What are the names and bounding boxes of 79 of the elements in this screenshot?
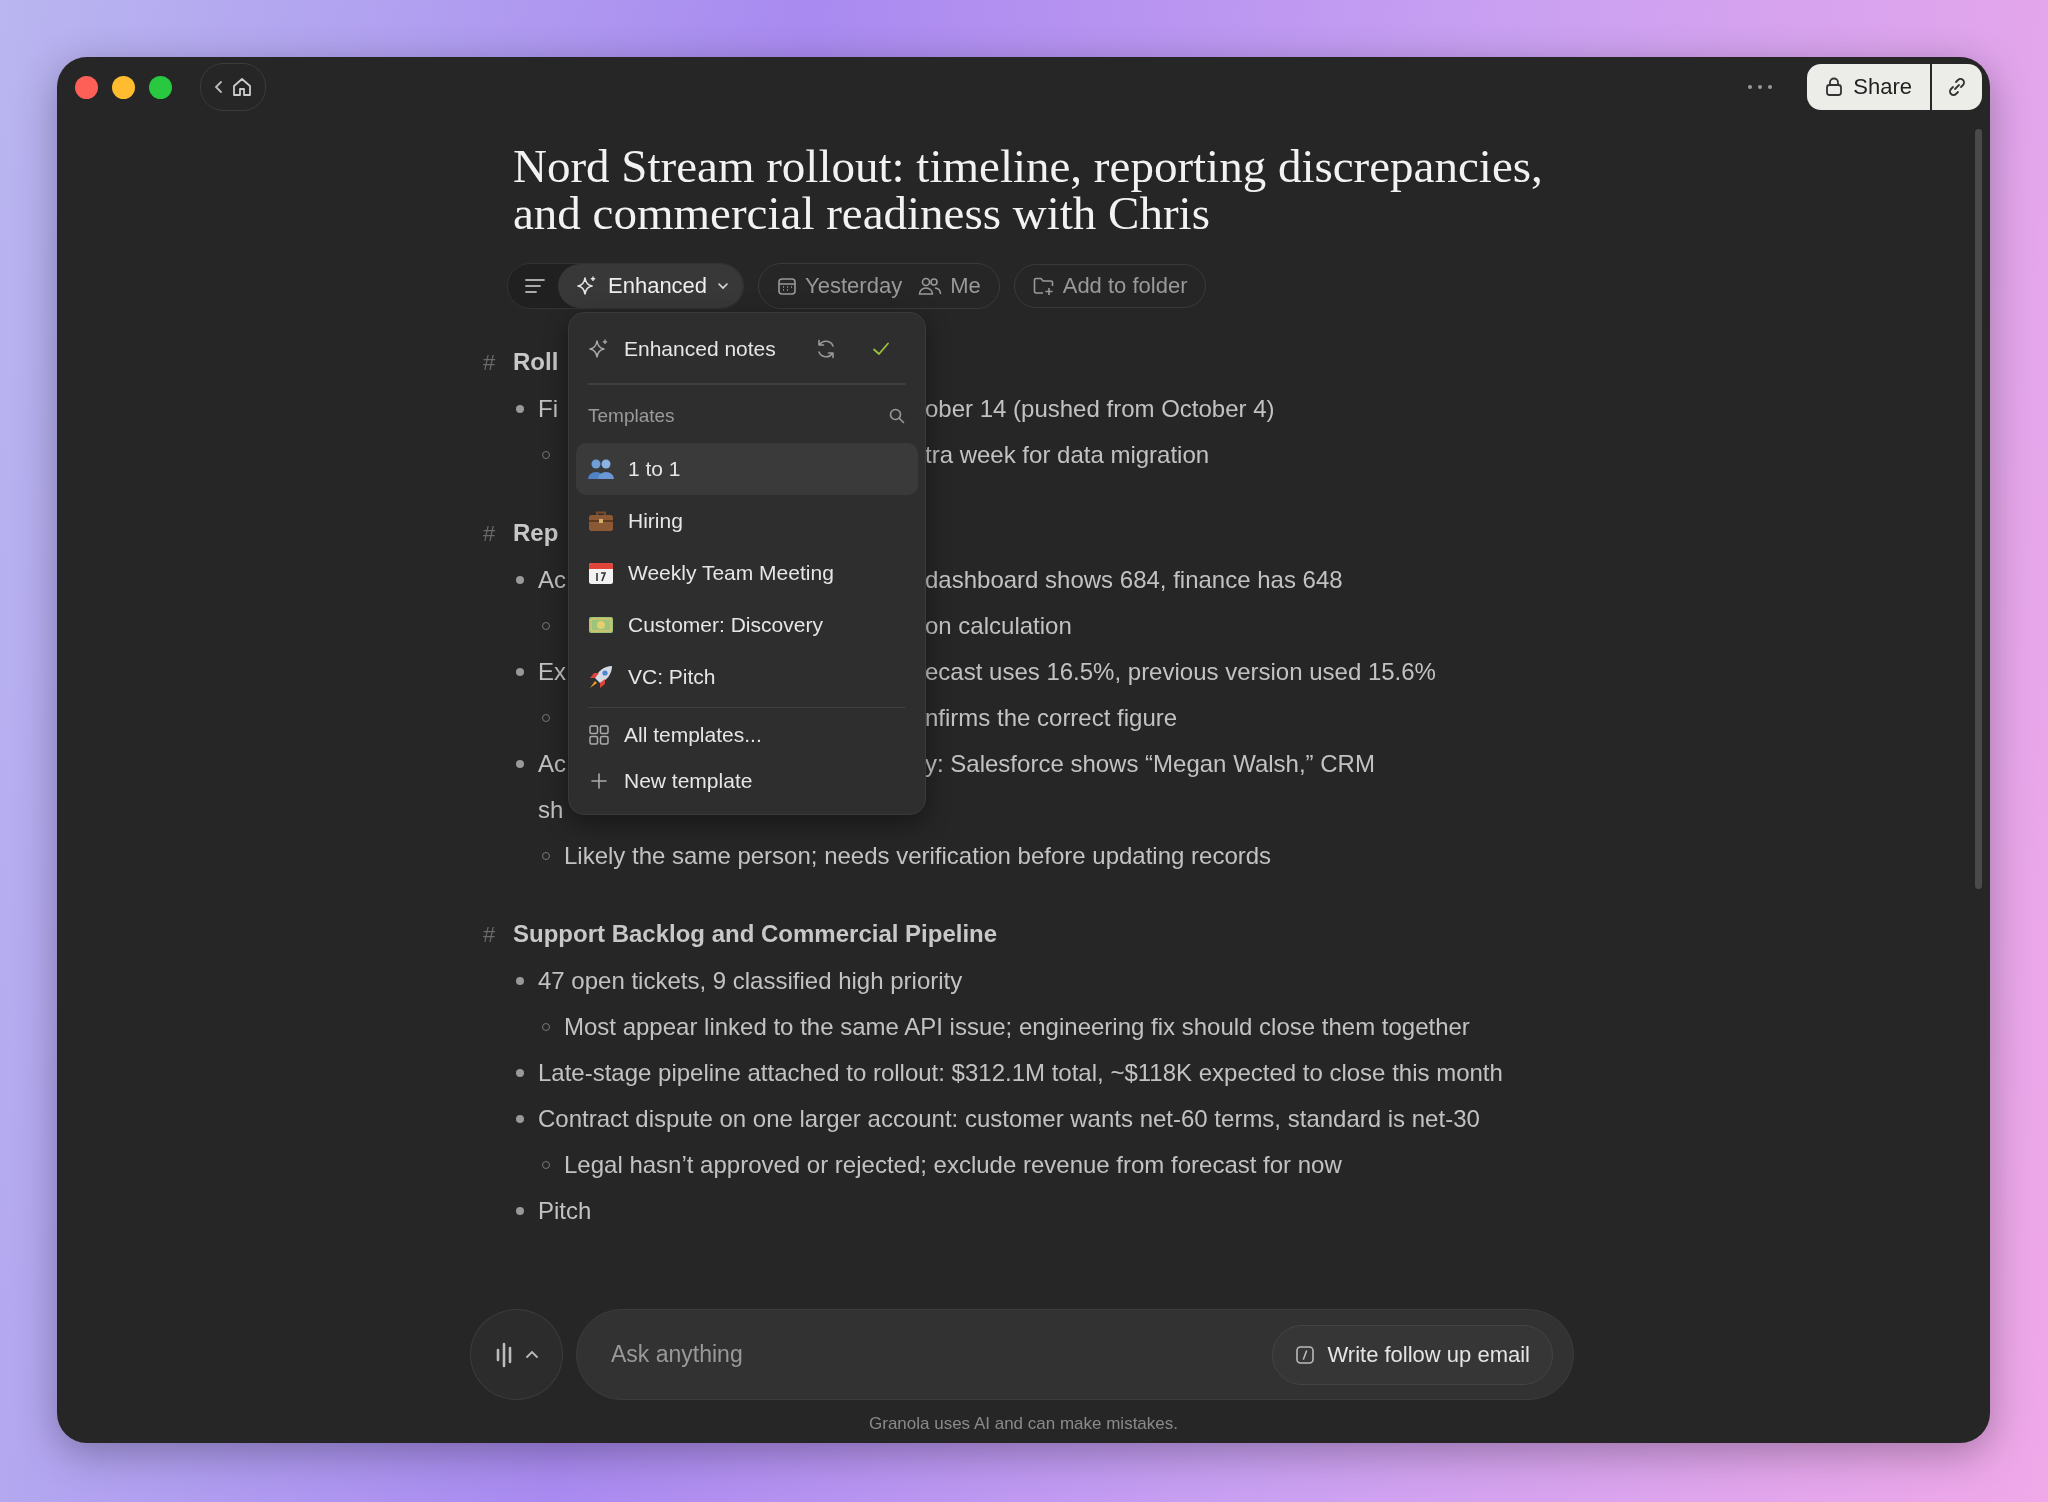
- note-text: ober 14 (pushed from October 4): [925, 394, 1276, 424]
- note-title: Nord Stream rollout: timeline, reporting discrepancies, and commercial readiness with Chris: [513, 143, 1544, 237]
- back-icon: [213, 79, 225, 95]
- lock-icon: [1825, 77, 1844, 97]
- hash-mark: #: [483, 520, 497, 548]
- lines-icon: [524, 277, 546, 295]
- template-item[interactable]: VC: Pitch: [576, 650, 918, 703]
- plus-icon: [588, 770, 610, 792]
- section-label: Templates: [588, 404, 675, 427]
- bullet-icon: [516, 1207, 524, 1215]
- bullet-icon: [516, 1069, 524, 1077]
- minimize-button[interactable]: [112, 75, 135, 99]
- scrollbar[interactable]: [1975, 129, 1982, 889]
- maximize-button[interactable]: [149, 75, 172, 99]
- sparkle-icon: [576, 275, 598, 297]
- note-text: nfirms the correct figure: [925, 703, 1179, 733]
- note-text: y: Salesforce shows “Megan Walsh,” CRM: [925, 749, 1376, 779]
- note-text: tra week for data migration: [925, 440, 1211, 470]
- people-icon: [918, 276, 943, 296]
- note-text: Contract dispute on one larger account: customer wants net-60 terms, standard is net-30: [538, 1104, 1480, 1134]
- chevron-down-icon: [717, 282, 730, 290]
- bullet-icon: [516, 760, 524, 768]
- note-text: Likely the same person; needs verification before updating records: [564, 841, 1272, 871]
- note-text: Ex: [538, 657, 566, 687]
- attendees-button[interactable]: Me: [918, 273, 981, 299]
- section-heading: Roll: [513, 347, 559, 377]
- folder-plus-icon: [1032, 276, 1055, 296]
- people-icon: [588, 457, 614, 480]
- bullet-icon: [516, 576, 524, 584]
- bullet-icon: [516, 977, 524, 985]
- bullet-icon: [516, 405, 524, 413]
- calendar-icon: [777, 276, 798, 296]
- grid-icon: [588, 724, 610, 746]
- hash-mark: #: [483, 921, 497, 949]
- ask-field[interactable]: Ask anything Write follow up email: [576, 1309, 1574, 1400]
- briefcase-icon: [588, 509, 614, 532]
- note-text: Most appear linked to the same API issue; engineering fix should close them together: [564, 1012, 1470, 1042]
- note-text: Ac: [538, 749, 566, 779]
- template-item[interactable]: Customer: Discovery: [576, 598, 918, 651]
- note-text: 47 open tickets, 9 classified high priority: [538, 966, 963, 996]
- bullet-icon: [516, 1115, 524, 1123]
- date-button[interactable]: Yesterday: [777, 273, 903, 299]
- note-text: Legal hasn’t approved or rejected; exclude revenue from forecast for now: [564, 1150, 1342, 1180]
- hash-mark: #: [483, 349, 497, 377]
- note-text: Pitch: [538, 1196, 592, 1226]
- enhanced-dropdown[interactable]: Enhanced: [558, 264, 744, 308]
- more-icon[interactable]: [1747, 84, 1774, 90]
- chevron-up-icon: [524, 1349, 539, 1360]
- section-heading: Support Backlog and Commercial Pipeline: [513, 919, 998, 949]
- note-text: Fi: [538, 394, 558, 424]
- note-text: sh: [538, 795, 564, 825]
- close-button[interactable]: [75, 75, 98, 99]
- note-text: Late-stage pipeline attached to rollout: $312.1M total, ~$118K expected to close this month: [538, 1058, 1503, 1088]
- navigation-button[interactable]: [200, 63, 266, 111]
- section-heading: Rep: [513, 518, 559, 548]
- menu-item[interactable]: Enhanced notes: [576, 319, 918, 379]
- compose-icon: [1295, 1344, 1316, 1365]
- banknote-icon: [588, 614, 614, 635]
- follow-up-email-button[interactable]: Write follow up email: [1272, 1324, 1553, 1385]
- home-icon: [231, 76, 253, 98]
- bullet-icon: [516, 668, 524, 676]
- share-button[interactable]: Share: [1807, 64, 1930, 110]
- template-item[interactable]: 1 to 1: [576, 442, 918, 495]
- menu-item[interactable]: All templates...: [576, 712, 918, 758]
- menu-item[interactable]: New template: [576, 758, 918, 804]
- template-item[interactable]: Weekly Team Meeting: [576, 546, 918, 599]
- sparkle-icon: [588, 338, 610, 360]
- search-icon: [888, 406, 906, 425]
- note-text: dashboard shows 684, finance has 648: [925, 565, 1344, 595]
- note-text: Ac: [538, 565, 566, 595]
- note-text: ecast uses 16.5%, previous version used 15.6%: [925, 657, 1437, 687]
- link-icon: [1946, 76, 1968, 98]
- calendar-icon: [588, 560, 614, 585]
- disclaimer-text: Granola uses AI and can make mistakes.: [868, 1414, 1179, 1434]
- copy-link-button[interactable]: [1932, 64, 1982, 110]
- note-text: on calculation: [925, 611, 1073, 641]
- template-item[interactable]: Hiring: [576, 494, 918, 547]
- search-button[interactable]: [888, 406, 906, 425]
- rocket-icon: [588, 663, 614, 690]
